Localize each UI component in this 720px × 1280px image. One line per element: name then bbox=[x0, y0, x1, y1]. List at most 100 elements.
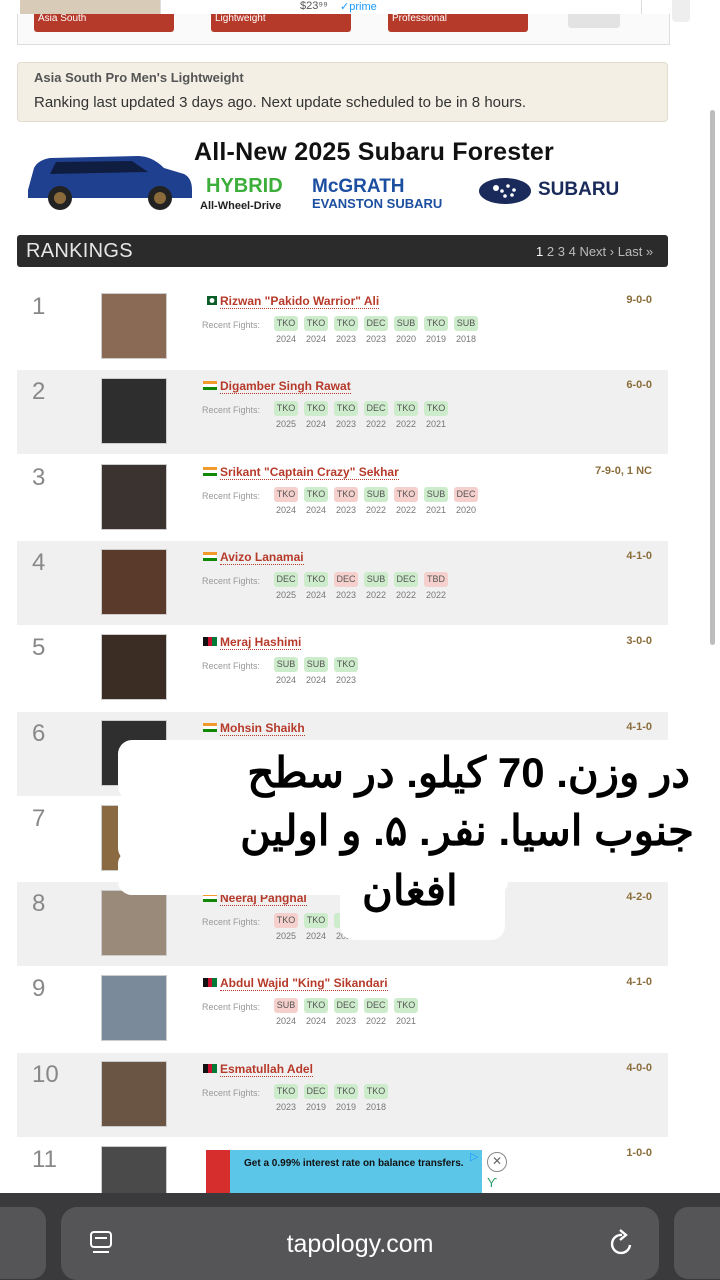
fighter-photo[interactable] bbox=[101, 548, 167, 615]
ad-choices-icon[interactable]: ▷ bbox=[470, 1150, 478, 1163]
recent-fight[interactable]: TKO 2024 bbox=[304, 913, 328, 941]
fight-year: 2022 bbox=[365, 419, 387, 430]
page-link-1[interactable]: 1 bbox=[536, 244, 543, 259]
ranking-row[interactable]: 5 Meraj Hashimi 3-0-0 Recent Fights: SUB 2024… bbox=[17, 626, 668, 710]
fighter-photo[interactable] bbox=[101, 975, 167, 1042]
page-link-3[interactable]: 3 bbox=[558, 244, 565, 259]
weight-class-select[interactable]: Lightweight bbox=[211, 14, 351, 32]
fighter-photo[interactable] bbox=[101, 890, 167, 957]
rank-number: 4 bbox=[32, 548, 46, 576]
recent-fight[interactable]: SUB 2024 bbox=[274, 657, 298, 685]
recent-fight[interactable]: TKO 2025 bbox=[274, 401, 298, 429]
fight-year: 2024 bbox=[275, 334, 297, 344]
recent-fight[interactable]: TKO 2024 bbox=[274, 486, 298, 515]
fighter-photo[interactable] bbox=[101, 293, 167, 359]
recent-fight[interactable]: TKO 2021 bbox=[394, 998, 418, 1026]
recent-fight[interactable]: DEC 2023 bbox=[334, 571, 358, 600]
ranking-row[interactable]: 9 Abdul Wajid "King" Sikandari 4-1-0 Recent… bbox=[17, 967, 668, 1051]
fight-result: SUB bbox=[274, 998, 298, 1014]
fighter-name-link[interactable]: Abdul Wajid "King" Sikandari bbox=[220, 976, 388, 992]
fighter-name-link[interactable]: Mohsin Shaikh bbox=[220, 721, 305, 736]
recent-fight[interactable]: TKO 2022 bbox=[394, 486, 418, 515]
fight-result: SUB bbox=[364, 486, 388, 502]
ranking-row[interactable]: 3 Srikant "Captain Crazy" Sekhar 7-9-0, 1 … bbox=[17, 456, 668, 540]
fight-result: TKO bbox=[334, 657, 358, 673]
recent-fight[interactable]: TKO 2023 bbox=[334, 401, 358, 429]
recent-fight[interactable]: TKO 2025 bbox=[274, 913, 298, 941]
fight-result: TKO bbox=[274, 913, 298, 929]
recent-fight[interactable]: TKO 2019 bbox=[424, 316, 448, 344]
bottom-ad-banner[interactable] bbox=[206, 1150, 482, 1193]
ranking-row[interactable]: 4 Avizo Lanamai 4-1-0 Recent Fights: DEC 2025… bbox=[17, 540, 668, 625]
recent-fight[interactable]: SUB 2020 bbox=[394, 316, 418, 344]
recent-fight[interactable]: SUB 2024 bbox=[304, 657, 328, 685]
ranking-row[interactable]: 2 Digamber Singh Rawat 6-0-0 Recent Fights:… bbox=[17, 370, 668, 455]
recent-fight[interactable]: SUB 2022 bbox=[364, 571, 388, 600]
fighter-name-link[interactable]: Digamber Singh Rawat bbox=[220, 379, 351, 395]
ranking-row[interactable]: 1 Rizwan "Pakido Warrior" Ali 9-0-0 Recent … bbox=[17, 285, 668, 369]
fighter-name-link[interactable]: Esmatullah Adel bbox=[220, 1062, 313, 1077]
recent-fight[interactable]: TKO 2024 bbox=[304, 401, 328, 429]
recent-fight[interactable]: DEC 2022 bbox=[394, 571, 418, 600]
recent-fight[interactable]: TKO 2019 bbox=[334, 1083, 358, 1112]
recent-fight[interactable]: TKO 2023 bbox=[334, 316, 358, 344]
recent-fight[interactable]: TKO 2024 bbox=[304, 998, 328, 1026]
recent-fight[interactable]: SUB 2022 bbox=[364, 486, 388, 515]
fight-year: 2024 bbox=[305, 1016, 327, 1027]
recent-fight[interactable]: DEC 2025 bbox=[274, 571, 298, 600]
fighter-photo[interactable] bbox=[101, 1060, 167, 1127]
recent-fight[interactable]: TKO 2023 bbox=[274, 1083, 298, 1112]
fight-year: 2019 bbox=[305, 1101, 327, 1112]
fight-result: TKO bbox=[274, 316, 298, 331]
scrollbar[interactable] bbox=[710, 110, 715, 645]
page-link-4[interactable]: 4 bbox=[569, 244, 576, 259]
page-menu-icon[interactable] bbox=[89, 1230, 113, 1256]
fight-year: 2022 bbox=[425, 589, 447, 600]
fight-year: 2021 bbox=[425, 504, 447, 515]
recent-fights-label: Recent Fights: bbox=[202, 1087, 261, 1098]
close-ad-icon[interactable]: ✕ bbox=[487, 1152, 507, 1172]
recent-fight[interactable]: TKO 2024 bbox=[304, 316, 328, 344]
recent-fight[interactable]: TKO 2024 bbox=[304, 571, 328, 600]
fighter-name-link[interactable]: Meraj Hashimi bbox=[220, 635, 302, 651]
recent-fight[interactable]: TKO 2021 bbox=[424, 401, 448, 429]
recent-fight[interactable]: DEC 2023 bbox=[334, 998, 358, 1026]
recent-fight[interactable]: DEC 2022 bbox=[364, 401, 388, 429]
recent-fight[interactable]: TKO 2023 bbox=[334, 486, 358, 515]
recent-fight[interactable]: TKO 2024 bbox=[274, 316, 298, 344]
next-page-link[interactable]: Next › bbox=[579, 244, 614, 259]
ad-dealer-subtitle: EVANSTON SUBARU bbox=[312, 196, 443, 211]
recent-fight[interactable]: DEC 2020 bbox=[454, 486, 478, 515]
fighter-record: 4-1-0 bbox=[626, 976, 652, 989]
recent-fight[interactable]: DEC 2022 bbox=[364, 998, 388, 1026]
recent-fight[interactable]: TBD 2022 bbox=[424, 571, 448, 600]
reload-icon[interactable] bbox=[608, 1229, 636, 1259]
recent-fight[interactable]: DEC 2023 bbox=[364, 316, 388, 344]
page-link-2[interactable]: 2 bbox=[547, 244, 554, 259]
level-select[interactable]: Professional bbox=[388, 14, 528, 32]
fighter-name-link[interactable]: Rizwan "Pakido Warrior" Ali bbox=[220, 294, 380, 309]
fight-year: 2022 bbox=[365, 504, 387, 515]
fight-year: 2022 bbox=[395, 504, 417, 515]
recent-fight[interactable]: SUB 2021 bbox=[424, 486, 448, 515]
fighter-name-link[interactable]: Avizo Lanamai bbox=[220, 550, 304, 565]
in-flag-icon bbox=[203, 722, 217, 732]
ranking-row[interactable]: 10 Esmatullah Adel 4-0-0 Recent Fights: TKO 2… bbox=[17, 1052, 668, 1137]
in-flag-icon bbox=[203, 466, 217, 476]
ad-hybrid-label: HYBRID bbox=[206, 175, 283, 197]
recent-fight[interactable]: DEC 2019 bbox=[304, 1083, 328, 1112]
fighter-photo[interactable] bbox=[101, 634, 167, 701]
fighter-photo[interactable] bbox=[101, 463, 167, 530]
region-select[interactable]: Asia South bbox=[34, 14, 174, 32]
fighter-name-link[interactable]: Srikant "Captain Crazy" Sekhar bbox=[220, 465, 399, 480]
last-page-link[interactable]: Last » bbox=[618, 244, 653, 259]
recent-fight[interactable]: TKO 2018 bbox=[364, 1083, 388, 1112]
recent-fight[interactable]: TKO 2022 bbox=[394, 401, 418, 429]
fight-year: 2023 bbox=[365, 334, 387, 344]
recent-fight[interactable]: TKO 2024 bbox=[304, 486, 328, 515]
fighter-photo[interactable] bbox=[101, 378, 167, 445]
recent-fight[interactable]: SUB 2018 bbox=[454, 316, 478, 344]
recent-fight[interactable]: SUB 2024 bbox=[274, 998, 298, 1026]
filter-submit-button[interactable] bbox=[568, 14, 620, 28]
recent-fight[interactable]: TKO 2023 bbox=[334, 657, 358, 685]
